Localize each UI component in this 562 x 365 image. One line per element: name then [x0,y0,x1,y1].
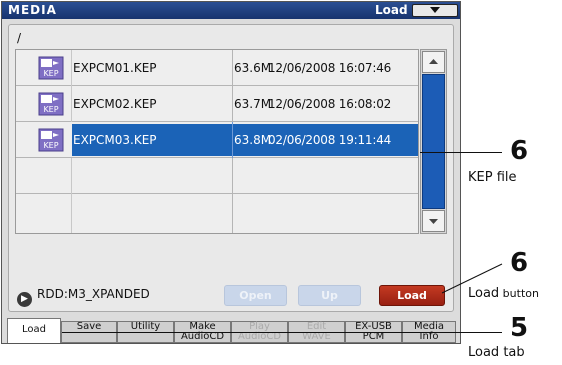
file-size: 63.7M [234,97,272,111]
svg-text:KEP: KEP [43,69,58,78]
scrollbar[interactable] [420,49,447,234]
empty-row [16,194,418,233]
tab-bar: Load Save Utility Make AudioCD Play Audi… [2,318,460,343]
column-divider [71,86,72,122]
file-row[interactable]: KEP EXPCM01.KEP 63.6M 12/06/2008 16:07:4… [16,50,418,86]
scroll-down-button[interactable] [422,210,445,232]
column-divider [71,194,72,233]
file-name: EXPCM03.KEP [73,133,157,147]
file-row[interactable]: KEP EXPCM02.KEP 63.7M 12/06/2008 16:08:0… [16,86,418,122]
drive-name: RDD:M3_XPANDED [37,287,150,301]
callout-leader-load-tab [62,332,502,333]
callout-leader-kep-file [420,152,502,153]
callout-label-kep-file: KEP file [468,170,517,185]
arrow-down-icon [429,219,438,224]
callout-label-load-tab: Load tab [468,345,525,360]
file-size: 63.8M [234,133,272,147]
drive-selector[interactable]: ▶ RDD:M3_XPANDED [17,287,150,307]
file-date: 02/06/2008 19:11:44 [268,133,392,147]
scroll-thumb[interactable] [422,74,445,209]
page-menu-button[interactable] [412,4,458,17]
file-date: 12/06/2008 16:08:02 [268,97,392,111]
column-divider [232,86,233,122]
scroll-up-button[interactable] [422,51,445,73]
kep-file-icon: KEP [38,56,64,80]
window-title: MEDIA [8,3,57,17]
column-divider [232,158,233,194]
media-screen: MEDIA Load / KEP EXPCM01.KEP 63.6M 12/06… [1,1,461,344]
tab-load[interactable]: Load [7,318,61,343]
callout-number-load-tab: 5 [510,313,529,343]
column-divider [232,122,233,158]
title-bar: MEDIA Load [2,2,460,19]
file-list[interactable]: KEP EXPCM01.KEP 63.6M 12/06/2008 16:07:4… [15,49,419,234]
column-divider [71,158,72,194]
callout-number-load-button: 6 [510,248,529,278]
kep-file-icon: KEP [38,128,64,152]
file-name: EXPCM01.KEP [73,61,157,75]
play-arrow-icon: ▶ [17,292,32,307]
load-button[interactable]: Load [379,285,445,306]
open-button[interactable]: Open [224,285,287,306]
page-label: Load [375,3,408,17]
callout-number-kep-file: 6 [510,136,529,166]
column-divider [232,50,233,86]
kep-file-icon: KEP [38,92,64,116]
svg-text:KEP: KEP [43,141,58,150]
up-button[interactable]: Up [298,285,361,306]
current-path: / [17,31,22,45]
file-row-selected[interactable]: KEP EXPCM03.KEP 63.8M 02/06/2008 19:11:4… [16,122,418,158]
column-divider [232,194,233,233]
callout-label-load-button: Load button [468,286,539,301]
arrow-up-icon [429,59,438,64]
svg-text:KEP: KEP [43,105,58,114]
chevron-down-icon [430,7,440,13]
file-name: EXPCM02.KEP [73,97,157,111]
empty-row [16,158,418,194]
file-size: 63.6M [234,61,272,75]
file-panel: / KEP EXPCM01.KEP 63.6M 12/06/2008 16:07… [8,24,454,312]
column-divider [71,50,72,86]
file-date: 12/06/2008 16:07:46 [268,61,392,75]
